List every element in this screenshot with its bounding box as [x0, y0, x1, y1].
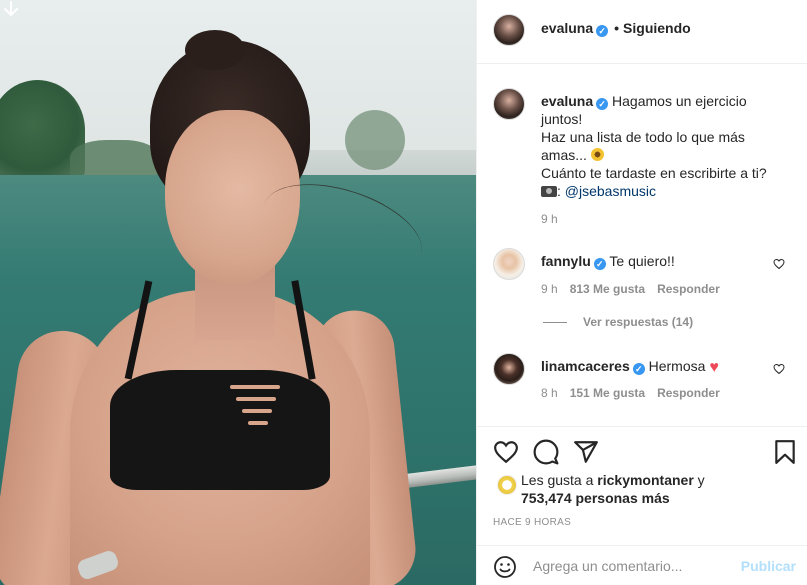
- verified-badge-icon: ✓: [593, 258, 606, 270]
- comment-input[interactable]: [533, 546, 733, 585]
- post-photo[interactable]: [0, 0, 476, 585]
- photo-top: [110, 370, 330, 490]
- photo-hair-bun: [185, 30, 245, 70]
- caption-text-2: Haz una lista de todo lo que más amas...: [541, 129, 745, 163]
- following-button[interactable]: Siguiendo: [623, 20, 691, 36]
- red-heart-emoji-icon: ♥: [709, 359, 719, 376]
- comment-bubble-icon[interactable]: [533, 439, 559, 465]
- like-heart-icon[interactable]: [493, 439, 519, 465]
- likes-connector: y: [697, 472, 705, 488]
- post-panel: evaluna ✓ • Siguiendo evaluna ✓ Hagamos un e…: [476, 0, 807, 585]
- avatar[interactable]: [493, 14, 525, 46]
- comment-text: Te quiero!!: [609, 253, 675, 269]
- avatar[interactable]: [493, 248, 525, 280]
- likes-prefix: Les gusta a: [521, 472, 594, 488]
- comment-likes[interactable]: 813 Me gusta: [570, 282, 645, 296]
- photo-top-detail: [236, 397, 276, 401]
- caption-text-3: Cuánto te tardaste en escribirte a ti?: [541, 165, 767, 181]
- publish-button[interactable]: Publicar: [741, 558, 796, 574]
- reply-button[interactable]: Responder: [657, 386, 720, 400]
- post-header: evaluna ✓ • Siguiendo: [477, 0, 807, 64]
- comment-text: Hermosa: [648, 358, 706, 374]
- reply-button[interactable]: Responder: [657, 282, 720, 296]
- avatar[interactable]: [493, 353, 525, 385]
- comment-body: fannylu ✓ Te quiero!!: [541, 252, 771, 270]
- photo-top-detail: [242, 409, 272, 413]
- comment-username[interactable]: fannylu: [541, 253, 591, 269]
- likes-user-link[interactable]: rickymontaner: [597, 472, 693, 488]
- add-comment-bar: Publicar: [477, 545, 807, 585]
- comment-meta: 9 h 813 Me gusta Responder: [541, 282, 732, 296]
- comment-username[interactable]: linamcaceres: [541, 358, 630, 374]
- comment-time[interactable]: 8 h: [541, 386, 558, 400]
- verified-badge-icon: ✓: [632, 363, 645, 375]
- like-comment-heart-icon[interactable]: [773, 258, 785, 270]
- caption-credit-link[interactable]: @jsebasmusic: [565, 183, 656, 199]
- comment-body: linamcaceres ✓ Hermosa ♥: [541, 357, 771, 376]
- view-replies-label: Ver respuestas (14): [583, 315, 694, 329]
- camera-icon: [541, 186, 557, 197]
- photo-top-detail: [248, 421, 268, 425]
- likes-count-link[interactable]: 753,474 personas más: [521, 490, 670, 506]
- verified-badge-icon: ✓: [596, 25, 609, 37]
- avatar[interactable]: [493, 88, 525, 120]
- likes-text: Les gusta a rickymontaner y 753,474 pers…: [521, 471, 705, 507]
- caption-time[interactable]: 9 h: [541, 212, 558, 226]
- like-comment-heart-icon[interactable]: [773, 363, 785, 375]
- separator-dot: •: [614, 20, 620, 36]
- caption-username[interactable]: evaluna: [541, 93, 593, 109]
- download-arrow-icon[interactable]: [2, 0, 20, 18]
- comment-likes[interactable]: 151 Me gusta: [570, 386, 645, 400]
- photo-top-detail: [230, 385, 280, 389]
- comment-time[interactable]: 9 h: [541, 282, 558, 296]
- comments-list[interactable]: evaluna ✓ Hagamos un ejercicio juntos! Ha…: [477, 65, 807, 425]
- post-actions: Les gusta a rickymontaner y 753,474 pers…: [477, 426, 807, 544]
- view-replies-button[interactable]: Ver respuestas (14): [543, 315, 693, 329]
- comment: linamcaceres ✓ Hermosa ♥ 8 h 151 Me gusta R…: [493, 353, 793, 423]
- replies-divider: [543, 322, 567, 324]
- emoji-icon[interactable]: [493, 555, 517, 579]
- verified-badge-icon: ✓: [596, 98, 609, 110]
- share-paper-plane-icon[interactable]: [573, 439, 599, 465]
- header-username[interactable]: evaluna: [541, 20, 593, 36]
- comment-meta: 8 h 151 Me gusta Responder: [541, 386, 732, 400]
- caption-meta: 9 h: [541, 212, 570, 226]
- post-timestamp[interactable]: HACE 9 HORAS: [493, 517, 571, 528]
- save-bookmark-icon[interactable]: [772, 439, 798, 465]
- sunflower-icon: [590, 148, 604, 161]
- header-user-row: evaluna ✓ • Siguiendo: [541, 20, 691, 37]
- photo-trees-right: [345, 110, 405, 170]
- caption: evaluna ✓ Hagamos un ejercicio juntos! Ha…: [493, 88, 793, 228]
- liker-avatar[interactable]: [497, 475, 517, 495]
- caption-body: evaluna ✓ Hagamos un ejercicio juntos! Ha…: [541, 93, 767, 199]
